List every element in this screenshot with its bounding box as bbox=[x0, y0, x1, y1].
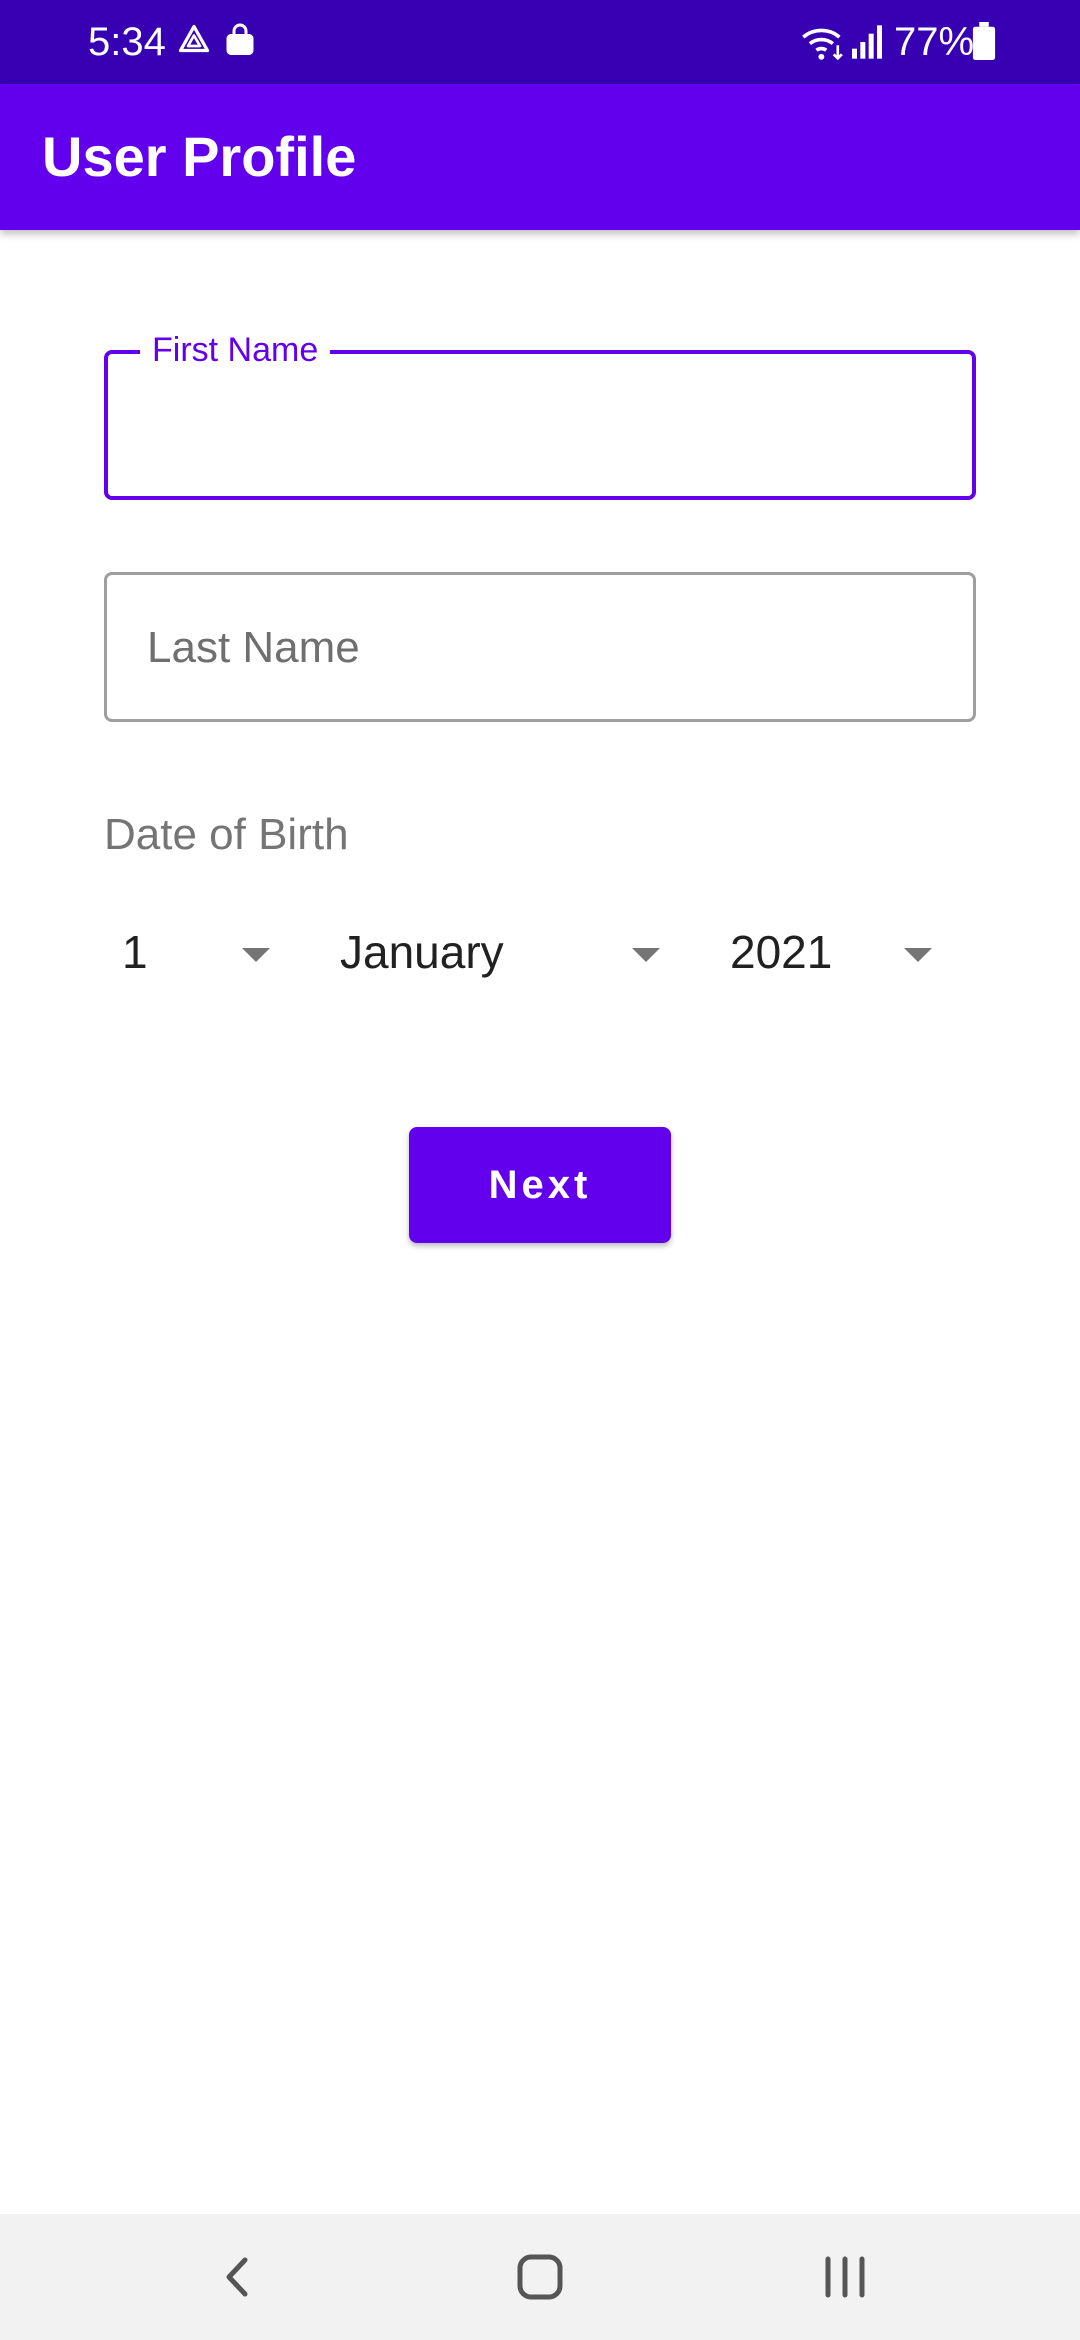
first-name-label: First Name bbox=[140, 328, 331, 372]
year-value: 2021 bbox=[730, 926, 833, 978]
app-bar: User Profile bbox=[0, 84, 1080, 230]
status-bar: 5:34 77% bbox=[0, 0, 1080, 84]
first-name-input[interactable] bbox=[146, 394, 940, 460]
chevron-down-icon bbox=[632, 948, 660, 962]
day-spinner[interactable]: 1 bbox=[122, 916, 282, 988]
last-name-field[interactable] bbox=[104, 572, 976, 722]
chevron-down-icon bbox=[242, 948, 270, 962]
home-icon[interactable] bbox=[505, 2242, 575, 2312]
year-spinner[interactable]: 2021 bbox=[730, 916, 940, 988]
navigation-bar bbox=[0, 2214, 1080, 2340]
date-of-birth-label: Date of Birth bbox=[104, 810, 349, 859]
last-name-input[interactable] bbox=[145, 615, 939, 681]
recents-icon[interactable] bbox=[810, 2242, 880, 2312]
battery-percentage: 77% bbox=[894, 20, 975, 64]
month-value: January bbox=[340, 926, 504, 978]
battery-icon bbox=[972, 22, 996, 65]
signal-icon bbox=[850, 22, 884, 67]
back-icon[interactable] bbox=[203, 2242, 273, 2312]
chevron-down-icon bbox=[904, 948, 932, 962]
shopping-bag-icon bbox=[222, 22, 258, 63]
drive-icon bbox=[176, 22, 212, 63]
next-button[interactable]: Next bbox=[409, 1127, 671, 1243]
status-time: 5:34 bbox=[88, 20, 166, 64]
day-value: 1 bbox=[122, 926, 148, 978]
month-spinner[interactable]: January bbox=[340, 916, 670, 988]
first-name-field[interactable]: First Name bbox=[104, 328, 976, 500]
wifi-icon bbox=[800, 22, 846, 67]
page-title: User Profile bbox=[42, 125, 357, 188]
